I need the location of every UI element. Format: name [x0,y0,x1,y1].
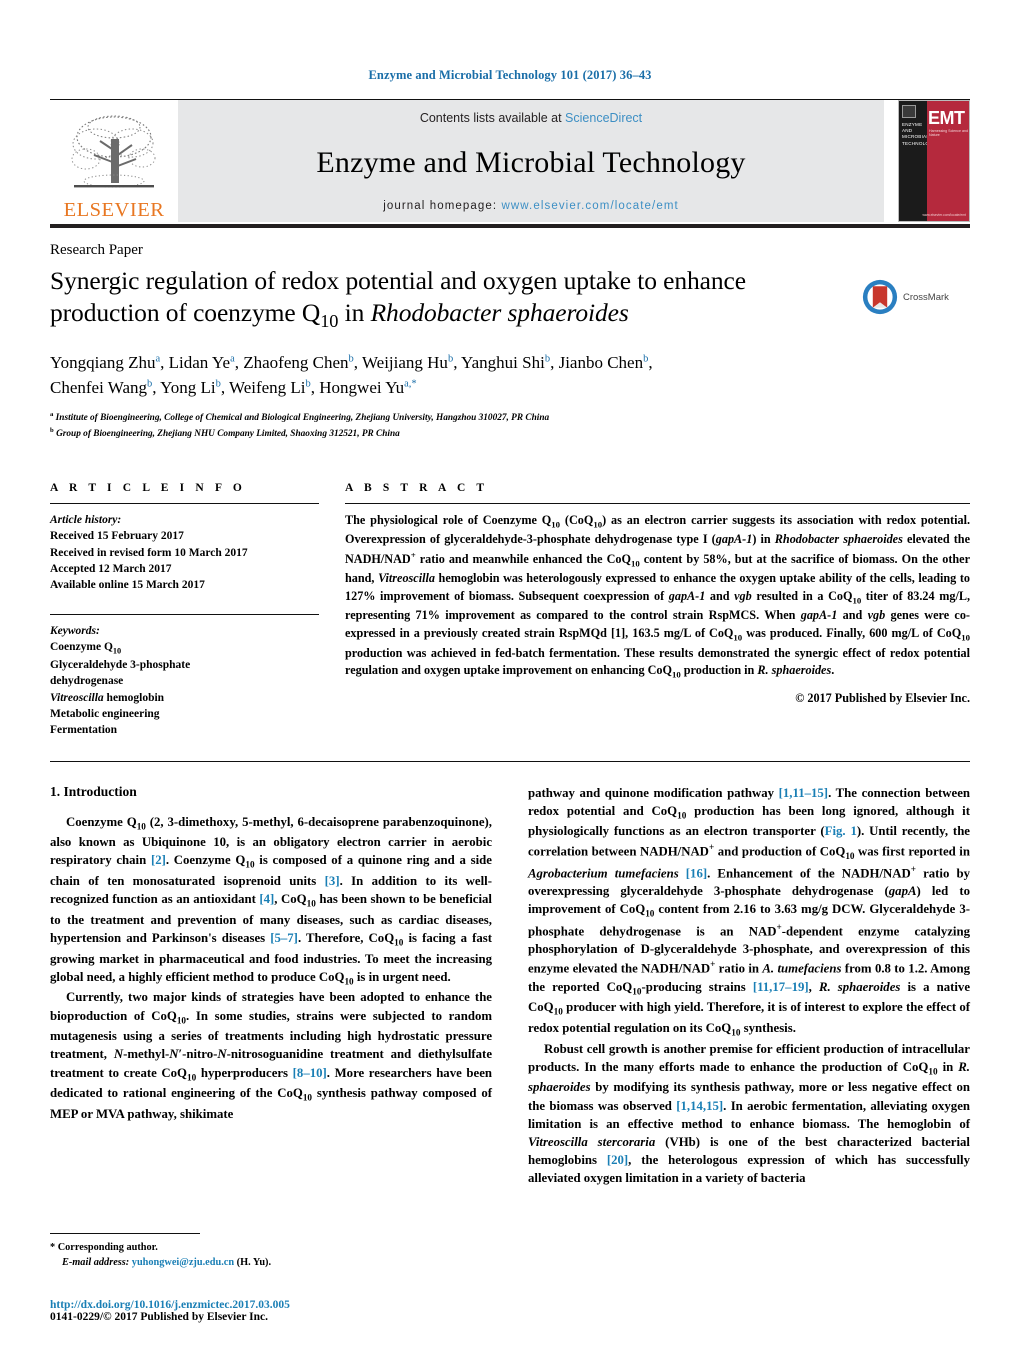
paragraph: Coenzyme Q10 (2, 3-dimethoxy, 5-methyl, … [50,814,492,987]
cover-tagline: Harnessing Science and Nature [929,129,968,138]
cover-badge-icon [902,105,916,118]
author-mark: b [544,353,551,365]
author-list: Yongqiang Zhua, Lidan Yea, Zhaofeng Chen… [50,352,653,398]
info-abstract-block: A R T I C L E I N F O Article history: R… [50,482,970,739]
homepage-prefix: journal homepage: [383,200,502,212]
affiliation-text-b: Group of Bioengineering, Zhejiang NHU Co… [56,429,400,440]
keyword-item: dehydrogenase [50,675,124,688]
journal-homepage-link[interactable]: www.elsevier.com/locate/emt [501,200,678,212]
article-history: Article history: Received 15 February 20… [50,512,319,594]
page-title: Synergic regulation of redox potential a… [50,265,862,333]
affiliation-text-a: Institute of Bioengineering, College of … [55,413,550,423]
info-rule [50,503,319,505]
author-mark: a [155,353,161,365]
cover-left-panel: ENZYME AND MICROBIAL TECHNOLOGY [899,101,937,221]
email-suffix: (H. Yu). [234,1257,272,1269]
history-item: Available online 15 March 2017 [50,579,205,592]
paragraph: pathway and quinone modification pathway… [528,785,970,1038]
keywords-title: Keywords: [50,624,100,637]
contents-line: Contents lists available at ScienceDirec… [420,111,642,125]
keywords-block: Keywords: Coenzyme Q10 Glyceraldehyde 3-… [50,613,319,739]
elsevier-tree-icon [71,115,156,187]
keyword-subscript: 10 [112,646,122,656]
author-mark: b [643,353,649,365]
cover-emt-wordmark: EMT [928,108,965,128]
author-mark: b [348,353,354,365]
masthead-bottom-rule [50,224,970,228]
affiliation-mark-b: b [50,427,54,435]
journal-masthead: ELSEVIER Contents lists available at Sci… [50,100,970,222]
elsevier-logo: ELSEVIER [50,100,178,222]
doi-link[interactable]: http://dx.doi.org/10.1016/j.enzmictec.20… [50,1299,510,1311]
keyword-item: Metabolic engineering [50,708,160,721]
journal-homepage-line: journal homepage: www.elsevier.com/locat… [383,200,679,212]
abstract-text: The physiological role of Coenzyme Q10 (… [345,513,971,680]
author-mark: a [230,353,235,365]
journal-cover-thumbnail: ENZYME AND MICROBIAL TECHNOLOGY EMT Harn… [898,100,970,222]
section-heading-introduction: 1. Introduction [50,783,137,799]
author-mark: b [305,378,311,390]
keyword-item: Coenzyme Q10 [50,641,122,656]
journal-title: Enzyme and Microbial Technology [316,145,746,179]
contents-prefix: Contents lists available at [419,111,566,125]
body-columns: 1. Introduction Coenzyme Q10 (2, 3-dimet… [50,784,970,1188]
affiliation-a: a Institute of Bioengineering, College o… [50,410,970,426]
abstract-column: A B S T R A C T The physiological role o… [345,482,970,739]
history-item: Received 15 February 2017 [50,530,184,543]
keywords-rule [50,613,319,615]
author-mark: b [447,353,454,365]
elsevier-wordmark: ELSEVIER [63,198,165,221]
footnote-rule [50,1233,200,1235]
paragraph: Robust cell growth is another premise fo… [528,1041,970,1186]
cover-footer-url: www.elsevier.com/locate/emt [922,213,966,217]
history-item: Received in revised form 10 March 2017 [50,546,248,559]
doi-block: http://dx.doi.org/10.1016/j.enzmictec.20… [50,1299,510,1323]
title-line-2-mid: in [338,297,371,327]
author-mark-corresponding: a,* [404,378,417,390]
article-history-title: Article history: [50,514,122,527]
keyword-item: Vitreoscilla hemoglobin [50,691,165,704]
crossmark-label: CrossMark [903,291,949,303]
body-column-left: 1. Introduction Coenzyme Q10 (2, 3-dimet… [50,784,492,1188]
email-line: E-mail address: yuhongwei@zju.edu.cn (H.… [50,1256,490,1271]
abstract-bottom-rule [50,760,970,762]
keywords-list: Keywords: Coenzyme Q10 Glyceraldehyde 3-… [50,623,319,739]
article-info-heading: A R T I C L E I N F O [50,482,246,495]
author-mark: b [147,378,153,390]
article-type: Research Paper [50,242,143,258]
body-column-right: pathway and quinone modification pathway… [528,784,970,1188]
keyword-item: Fermentation [50,724,118,737]
cover-right-panel: EMT Harnessing Science and Nature www.el… [922,101,969,221]
sciencedirect-link[interactable]: ScienceDirect [565,111,642,125]
abstract-rule [345,503,970,505]
title-line-2-prefix: production of coenzyme Q [50,297,321,327]
issn-copyright: 0141-0229/© 2017 Published by Elsevier I… [50,1311,268,1323]
crossmark-badge[interactable]: CrossMark [862,265,970,315]
masthead-band: Contents lists available at ScienceDirec… [178,100,884,222]
paragraph: Currently, two major kinds of strategies… [50,990,493,1121]
history-item: Accepted 12 March 2017 [50,563,172,576]
crossmark-icon [862,279,898,315]
affiliation-b: b Group of Bioengineering, Zhejiang NHU … [50,426,970,442]
title-subscript: 10 [320,310,339,331]
affiliation-mark-a: a [50,410,54,418]
abstract-heading: A B S T R A C T [345,482,489,495]
paper-page: Enzyme and Microbial Technology 101 (201… [0,0,1020,1351]
abstract-copyright: © 2017 Published by Elsevier Inc. [795,690,970,705]
title-row: Synergic regulation of redox potential a… [50,265,970,333]
running-head: Enzyme and Microbial Technology 101 (201… [368,68,652,82]
author-mark: b [215,378,221,390]
title-line-1: Synergic regulation of redox potential a… [50,266,746,295]
title-species-italic: Rhodobacter sphaeroides [370,297,629,327]
email-link[interactable]: yuhongwei@zju.edu.cn [132,1257,234,1268]
cover-left-title: ENZYME AND MICROBIAL TECHNOLOGY [902,122,937,146]
email-label: E-mail address: [62,1257,132,1269]
corresponding-author-note: * Corresponding author. [50,1242,158,1254]
keyword-item: Glyceraldehyde 3-phosphate [50,659,191,672]
footnote-block: * Corresponding author. E-mail address: … [50,1233,490,1271]
article-info-column: A R T I C L E I N F O Article history: R… [50,482,345,739]
